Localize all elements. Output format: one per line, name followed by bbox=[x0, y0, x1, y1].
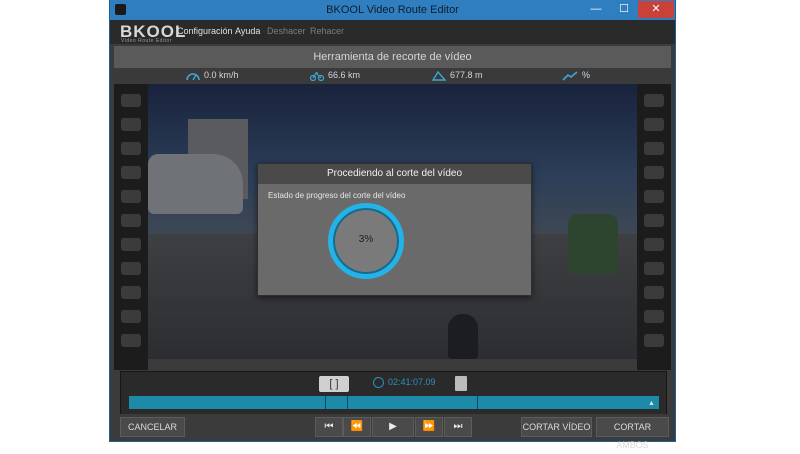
distance-stat: 66.6 km bbox=[309, 70, 361, 81]
tool-title: Herramienta de recorte de vídeo bbox=[114, 46, 671, 68]
speedometer-icon bbox=[186, 72, 200, 80]
timeline-marker[interactable] bbox=[477, 396, 478, 409]
rewind-button[interactable]: ⏪ bbox=[343, 417, 371, 437]
mountain-icon bbox=[431, 70, 447, 81]
timeline-marker[interactable] bbox=[325, 396, 326, 409]
altitude-stat: 677.8 m bbox=[431, 70, 483, 81]
timeline-panel: [ ] 02:41:07.09 ▲ bbox=[120, 371, 667, 415]
cancel-button[interactable]: CANCELAR bbox=[120, 417, 185, 437]
bottom-toolbar: CANCELAR ⏮ ⏪ ▶ ⏩ ⏭ CORTAR VÍDEO CORTAR A… bbox=[110, 414, 675, 450]
trim-bracket-button[interactable]: [ ] bbox=[319, 376, 349, 392]
dialog-title: Procediendo al corte del vídeo bbox=[258, 164, 531, 184]
fast-forward-button[interactable]: ⏩ bbox=[415, 417, 443, 437]
menu-deshacer[interactable]: Deshacer bbox=[267, 26, 306, 36]
title-bar: BKOOL Video Route Editor — ☐ ✕ bbox=[110, 0, 675, 20]
cut-video-button[interactable]: CORTAR VÍDEO bbox=[521, 417, 592, 437]
cut-both-button[interactable]: CORTAR AMBOS bbox=[596, 417, 669, 450]
first-frame-button[interactable]: ⏮ bbox=[315, 417, 343, 437]
close-button[interactable]: ✕ bbox=[638, 1, 674, 18]
timecode-value: 02:41:07.09 bbox=[388, 377, 436, 387]
menu-ayuda[interactable]: Ayuda bbox=[235, 26, 260, 36]
timecode: 02:41:07.09 bbox=[373, 377, 436, 389]
maximize-button[interactable]: ☐ bbox=[610, 1, 638, 18]
app-window: BKOOL Video Route Editor — ☐ ✕ BKOOL Vid… bbox=[110, 0, 675, 450]
altitude-value: 677.8 m bbox=[450, 70, 483, 80]
progress-ring: 3% bbox=[328, 203, 404, 279]
logo-subtitle: Video Route Editor bbox=[121, 38, 172, 44]
progress-percent: 3% bbox=[358, 234, 374, 245]
cyclist-icon bbox=[309, 71, 325, 81]
menu-rehacer[interactable]: Rehacer bbox=[310, 26, 344, 36]
distance-value: 66.6 km bbox=[328, 70, 361, 80]
slope-icon bbox=[562, 71, 578, 81]
speed-stat: 0.0 km/h bbox=[186, 70, 239, 81]
dialog-label: Estado de progreso del corte del vídeo bbox=[268, 191, 406, 200]
speed-value: 0.0 km/h bbox=[204, 70, 239, 80]
filmstrip-left bbox=[114, 84, 148, 370]
playhead-cursor-icon[interactable]: ▲ bbox=[648, 400, 655, 407]
progress-dialog: Procediendo al corte del vídeo Estado de… bbox=[257, 163, 532, 296]
clock-icon bbox=[373, 377, 384, 389]
last-frame-button[interactable]: ⏭ bbox=[444, 417, 472, 437]
slope-stat: % bbox=[562, 70, 590, 81]
menu-bar: BKOOL Video Route Editor Configuración A… bbox=[110, 20, 675, 44]
stats-bar: 0.0 km/h 66.6 km 677.8 m % bbox=[114, 68, 671, 84]
filmstrip-right bbox=[637, 84, 671, 370]
trash-icon[interactable] bbox=[455, 376, 467, 391]
slope-value: % bbox=[582, 70, 591, 80]
play-button[interactable]: ▶ bbox=[372, 417, 414, 437]
minimize-button[interactable]: — bbox=[582, 1, 610, 18]
timeline-track[interactable] bbox=[129, 396, 659, 409]
timeline-marker[interactable] bbox=[347, 396, 348, 409]
menu-configuracion[interactable]: Configuración bbox=[177, 26, 233, 36]
